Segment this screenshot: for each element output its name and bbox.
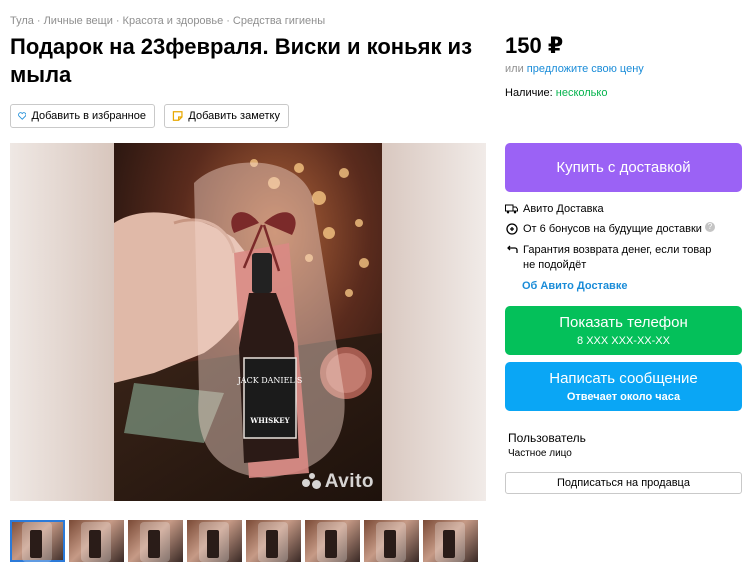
price-or-text: или (505, 63, 524, 75)
thumbnail[interactable] (364, 520, 419, 562)
product-photo: JACK DANIEL'S WHISKEY (114, 143, 382, 501)
thumbnail[interactable] (10, 520, 65, 562)
money-back-text: Гарантия возврата денег, если товар не п… (523, 244, 712, 271)
heart-icon (18, 112, 27, 120)
money-back-row: Гарантия возврата денег, если товар не п… (505, 243, 725, 273)
thumbnail[interactable] (305, 520, 360, 562)
delivery-service-text: Авито Доставка (523, 203, 604, 215)
availability: Наличие: несколько (505, 87, 607, 99)
note-icon (172, 111, 183, 121)
avito-watermark: Avito (301, 471, 374, 493)
breadcrumb-separator: · (115, 15, 120, 27)
page-title: Подарок на 23февраля. Виски и коньяк из … (10, 34, 473, 87)
breadcrumb-item-city[interactable]: Тула (10, 15, 34, 27)
thumbnail-strip (10, 520, 482, 562)
about-delivery-link[interactable]: Об Авито Доставке (522, 280, 627, 292)
thumbnail[interactable] (187, 520, 242, 562)
delivery-service-row: Авито Доставка (505, 202, 604, 217)
watermark-text: Avito (324, 471, 374, 492)
availability-value: несколько (555, 87, 608, 99)
label-brand-text: JACK DANIEL'S (237, 376, 303, 385)
offer-price-link[interactable]: предложите свою цену (527, 63, 644, 75)
thumbnail[interactable] (423, 520, 478, 562)
delivery-bonus-row: От 6 бонусов на будущие доставки ? (505, 222, 715, 237)
avito-logo-icon (301, 473, 322, 491)
thumbnail[interactable] (246, 520, 301, 562)
label-product-text: WHISKEY (249, 416, 290, 425)
availability-label: Наличие: (505, 87, 553, 99)
thumbnail[interactable] (128, 520, 183, 562)
write-message-button[interactable]: Написать сообщение Отвечает около часа (505, 362, 742, 411)
add-to-favorites-button[interactable]: Добавить в избранное (10, 104, 155, 128)
subscribe-seller-button[interactable]: Подписаться на продавца (505, 472, 742, 494)
phone-number-masked: 8 XXX XXX-XX-XX (577, 334, 670, 347)
show-phone-label: Показать телефон (559, 313, 688, 331)
price-offer-line: или предложите свою цену (505, 63, 644, 75)
bonus-icon (505, 222, 518, 235)
price: 150 ₽ (505, 33, 564, 58)
main-photo[interactable]: JACK DANIEL'S WHISKEY Avito (10, 143, 486, 501)
photo-blur-right (382, 143, 486, 501)
buy-with-delivery-button[interactable]: Купить с доставкой (505, 143, 742, 192)
response-time: Отвечает около часа (566, 390, 681, 403)
add-to-favorites-label: Добавить в избранное (31, 110, 146, 122)
seller-type: Частное лицо (508, 448, 572, 459)
help-icon[interactable]: ? (704, 222, 715, 232)
breadcrumb-item-hygiene[interactable]: Средства гигиены (233, 15, 325, 27)
write-message-label: Написать сообщение (549, 369, 698, 387)
photo-blur-left (10, 143, 114, 501)
truck-icon (505, 202, 518, 215)
delivery-bonus-text: От 6 бонусов на будущие доставки (523, 223, 702, 235)
add-note-label: Добавить заметку (188, 110, 280, 122)
breadcrumb-separator: · (226, 15, 230, 27)
breadcrumb: Тула · Личные вещи · Красота и здоровье · Сред… (10, 15, 325, 27)
breadcrumb-separator: · (36, 15, 41, 27)
seller-name[interactable]: Пользователь (508, 431, 586, 445)
show-phone-button[interactable]: Показать телефон 8 XXX XXX-XX-XX (505, 306, 742, 355)
breadcrumb-item-beauty[interactable]: Красота и здоровье (123, 15, 224, 27)
breadcrumb-item-personal[interactable]: Личные вещи (44, 15, 113, 27)
return-icon (505, 243, 518, 256)
add-note-button[interactable]: Добавить заметку (164, 104, 289, 128)
thumbnail[interactable] (69, 520, 124, 562)
